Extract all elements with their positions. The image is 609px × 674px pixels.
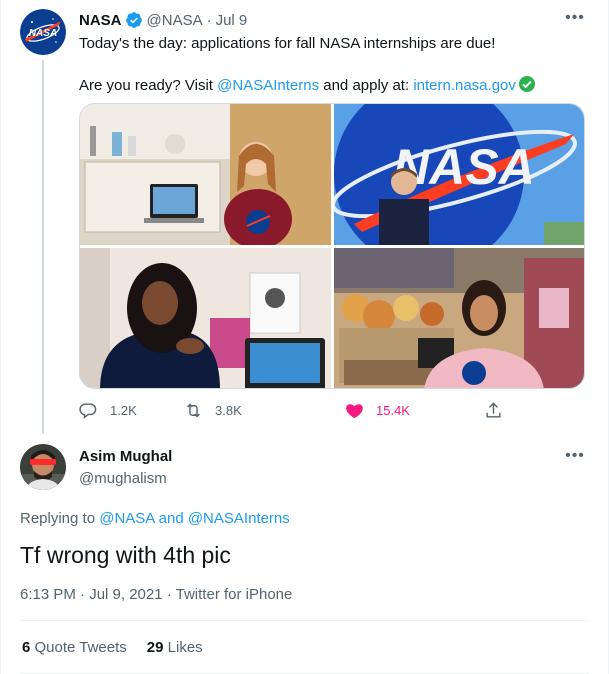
replying-to-line: Replying to @NASA and @NASAInterns [20,510,290,527]
media-grid: NASA [79,103,585,389]
quote-tweets-stat[interactable]: 6 Quote Tweets [22,639,127,656]
parent-tweet-text: Today's the day: applications for fall N… [79,33,589,96]
reply-count: 1.2K [110,402,137,418]
mention-link[interactable]: @NASAInterns [217,77,319,94]
tweet-text-line-1: Today's the day: applications for fall N… [79,35,496,52]
reply-timestamp-source[interactable]: 6:13 PM · Jul 9, 2021 · Twitter for iPho… [20,586,292,603]
more-icon[interactable]: ••• [565,8,585,28]
likes-label: Likes [163,639,203,656]
media-photo-4[interactable] [334,248,584,388]
retweet-icon [187,403,200,417]
text-line2-mid: and apply at: [319,77,414,94]
likes-stat[interactable]: 29 Likes [147,639,203,656]
like-count: 15.4K [376,402,410,418]
author-handle[interactable]: @NASA [147,12,203,29]
media-photo-3[interactable] [80,248,331,388]
reply-icon [79,402,97,419]
photo-1-intern-at-desk [80,104,331,245]
author-name[interactable]: NASA [79,12,122,29]
more-label: ••• [565,9,585,26]
reply-more-icon[interactable]: ••• [565,446,585,466]
retweet-button[interactable]: 3.8K [184,398,242,422]
quote-tweets-label: Quote Tweets [30,639,127,656]
check-mark-emoji-icon [518,76,535,92]
photo-4-intern-with-shrine [334,248,584,388]
like-button[interactable]: 15.4K [345,398,410,422]
thread-connector-line [42,60,44,434]
url-link[interactable]: intern.nasa.gov [413,77,516,94]
reply-stats: 6 Quote Tweets 29 Likes [22,639,223,656]
likes-count: 29 [146,639,164,656]
replying-prefix: Replying to [20,510,100,527]
parent-tweet-actions: 1.2K 3.8K 15.4K [79,398,509,422]
like-icon [346,403,363,418]
photo-2-intern-at-nasa-logo: NASA [334,104,584,245]
nasa-meatball-logo: NASA [20,9,66,55]
header-separator: · [206,11,212,29]
verified-badge-icon [125,12,142,28]
tweet-text-line-2: Are you ready? Visit @NASAInterns and ap… [79,75,589,96]
photo-3-intern-with-laptop [80,248,331,388]
nasa-avatar[interactable]: NASA [20,9,66,55]
replying-to-link[interactable]: @NASA and @NASAInterns [99,510,290,527]
reply-author-avatar[interactable] [20,444,66,490]
stats-divider [20,620,589,621]
media-photo-1[interactable] [80,104,331,245]
media-photo-2[interactable]: NASA [334,104,584,245]
reply-author-handle[interactable]: @mughalism [79,470,167,487]
reply-avatar-photo [20,444,66,490]
reply-author-name[interactable]: Asim Mughal [79,448,172,465]
avatar-logo-text: NASA [29,28,57,39]
reply-more-label: ••• [565,447,585,464]
share-button[interactable] [484,398,515,422]
text-line2-pre: Are you ready? Visit [79,77,218,94]
retweet-count: 3.8K [215,402,242,418]
share-icon [486,401,501,418]
reply-button[interactable]: 1.2K [79,398,137,422]
reply-tweet-text: Tf wrong with 4th pic [20,542,231,568]
tweet-date[interactable]: Jul 9 [216,12,248,29]
parent-tweet-header: NASA @NASA · Jul 9 [79,10,247,30]
